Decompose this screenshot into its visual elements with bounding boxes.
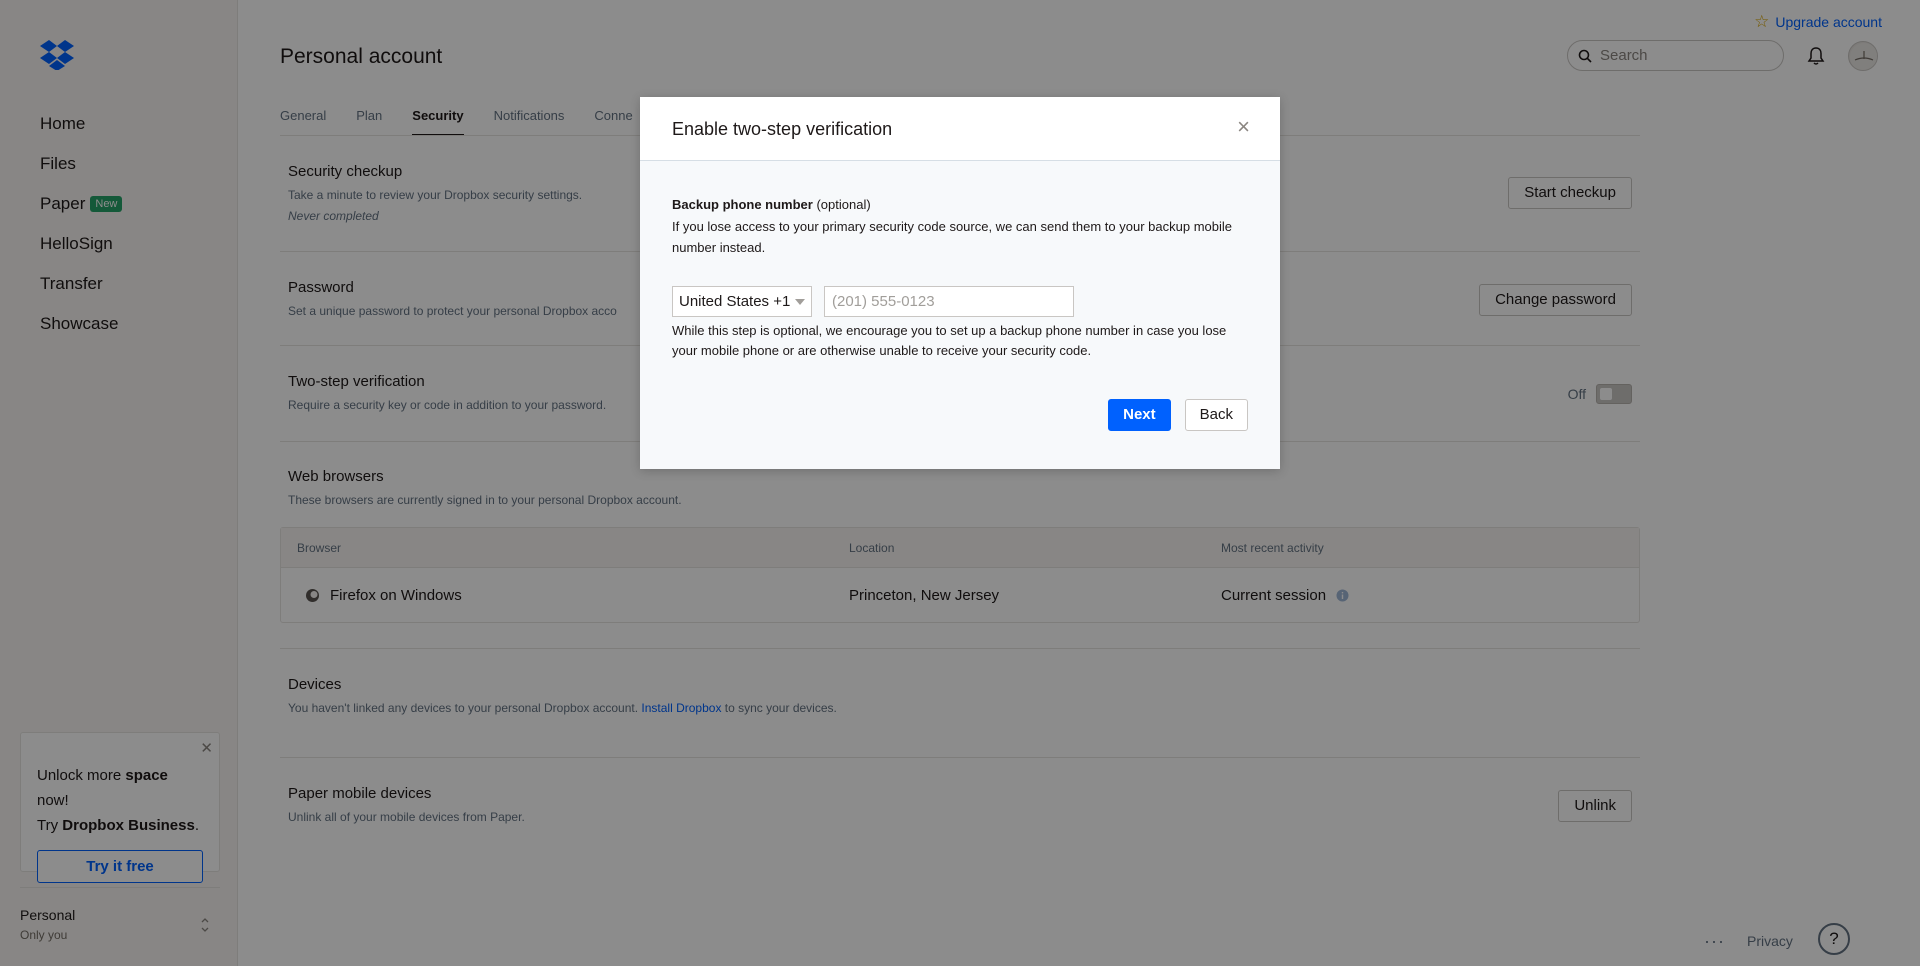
- back-button[interactable]: Back: [1184, 399, 1248, 431]
- phone-note: While this step is optional, we encourag…: [672, 323, 1227, 358]
- field-help-text: If you lose access to your primary secur…: [672, 219, 1232, 255]
- country-value: United States +1: [679, 293, 791, 310]
- close-icon[interactable]: ×: [1237, 116, 1250, 138]
- next-button[interactable]: Next: [1108, 399, 1171, 431]
- two-step-modal: Enable two-step verification × Backup ph…: [640, 97, 1280, 469]
- country-code-select[interactable]: United States +1: [672, 286, 812, 317]
- modal-header: Enable two-step verification ×: [640, 97, 1280, 161]
- modal-actions: Next Back: [1108, 399, 1248, 431]
- phone-row: United States +1: [672, 286, 1248, 317]
- field-title: Backup phone number (optional): [672, 197, 871, 212]
- modal-title: Enable two-step verification: [672, 119, 893, 139]
- modal-body: Backup phone number (optional) If you lo…: [640, 161, 1280, 361]
- phone-number-input[interactable]: [824, 286, 1074, 317]
- chevron-down-icon: [795, 299, 805, 305]
